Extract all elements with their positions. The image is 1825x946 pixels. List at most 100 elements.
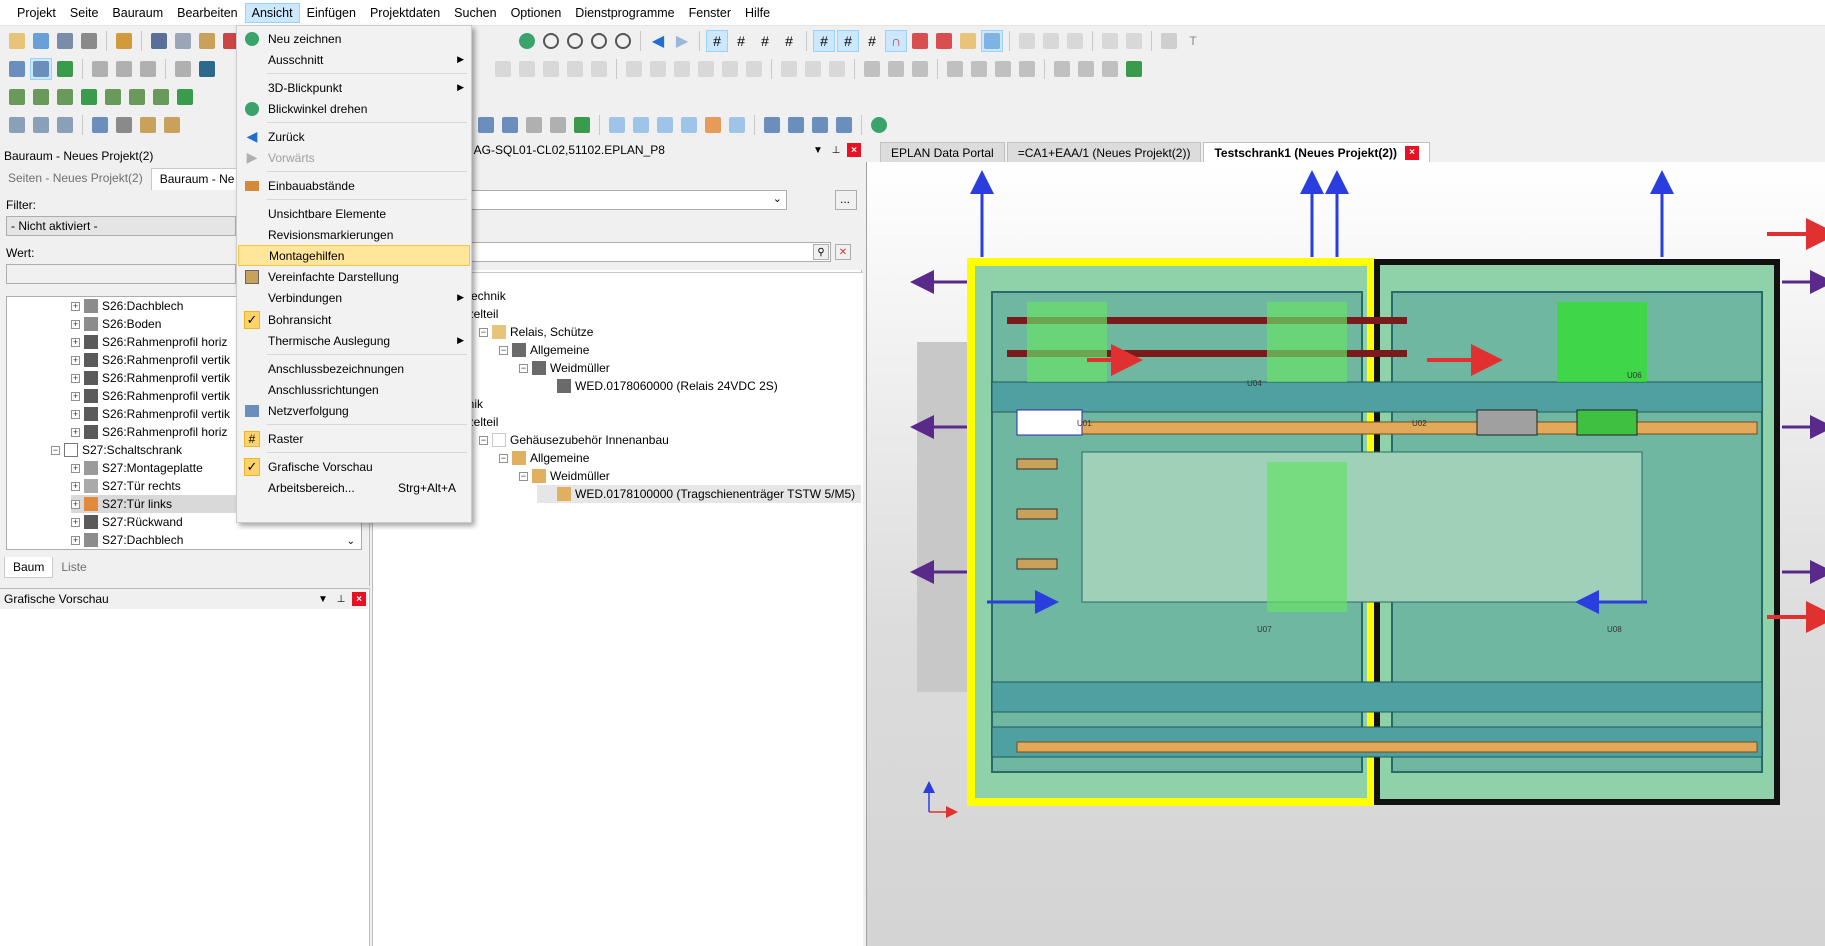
line-1-icon[interactable] <box>1016 30 1038 52</box>
table-2-icon[interactable] <box>647 58 669 80</box>
wrench-icon[interactable] <box>113 30 135 52</box>
page-icon[interactable] <box>492 58 514 80</box>
parts-tree-item[interactable]: − Allgemeine <box>499 449 589 467</box>
zoom-out-icon[interactable] <box>588 30 610 52</box>
binoculars-icon[interactable]: ⚲ <box>813 244 829 260</box>
menu-bauraum[interactable]: Bauraum <box>105 3 170 23</box>
grid-a-icon[interactable]: # <box>706 30 728 52</box>
close-icon[interactable]: × <box>352 592 366 606</box>
save-icon[interactable] <box>54 30 76 52</box>
cursor-icon[interactable] <box>1051 58 1073 80</box>
device-6-icon[interactable] <box>126 86 148 108</box>
menu-projektdaten[interactable]: Projektdaten <box>363 3 447 23</box>
zoom-all-icon[interactable] <box>612 30 634 52</box>
dimension-4-icon[interactable] <box>571 114 593 136</box>
tree-1-icon[interactable] <box>6 114 28 136</box>
new-project-icon[interactable] <box>6 30 28 52</box>
grid-c-icon[interactable]: # <box>754 30 776 52</box>
table-4-icon[interactable] <box>695 58 717 80</box>
menu-ansicht[interactable]: Ansicht <box>244 2 300 23</box>
device-1-icon[interactable] <box>6 86 28 108</box>
menu-bearbeiten[interactable]: Bearbeiten <box>170 3 244 23</box>
flag-icon[interactable] <box>196 58 218 80</box>
dimension-2-icon[interactable] <box>523 114 545 136</box>
tree-item[interactable]: + S26:Dachblech <box>71 297 183 315</box>
tab-data-portal[interactable]: EPLAN Data Portal <box>880 142 1005 162</box>
menu-item-anschlussbezeichnungen[interactable]: Anschlussbezeichnungen <box>238 358 470 379</box>
select-icon[interactable] <box>1099 30 1121 52</box>
grid-box-icon[interactable] <box>113 114 135 136</box>
parts-tree-item-selected[interactable]: WED.0178100000 (Tragschienenträger TSTW … <box>537 485 861 503</box>
label-icon[interactable] <box>957 30 979 52</box>
menu-item-bohransicht[interactable]: ✓ Bohransicht <box>238 309 470 330</box>
clip-icon[interactable] <box>778 58 800 80</box>
tree-item[interactable]: + S26:Rahmenprofil horiz <box>71 423 227 441</box>
route-5-icon[interactable] <box>475 114 497 136</box>
cube-1-icon[interactable] <box>606 114 628 136</box>
menu-item-montagehilfen[interactable]: Montagehilfen <box>238 245 470 266</box>
menu-item-neu-zeichnen[interactable]: Neu zeichnen <box>238 28 470 49</box>
snap-2-icon[interactable] <box>933 30 955 52</box>
cursor-2-icon[interactable] <box>1075 58 1097 80</box>
menu-dienstprogramme[interactable]: Dienstprogramme <box>568 3 681 23</box>
menu-item-netzverfolgung[interactable]: Netzverfolgung <box>238 400 470 421</box>
menu-item-einbauabstaende[interactable]: Einbauabstände <box>238 175 470 196</box>
line-2-icon[interactable] <box>1040 30 1062 52</box>
tree-3-icon[interactable] <box>54 114 76 136</box>
menu-hilfe[interactable]: Hilfe <box>738 3 777 23</box>
align-4-icon[interactable] <box>1016 58 1038 80</box>
device-5-icon[interactable] <box>102 86 124 108</box>
back-arrow-icon[interactable]: ◀ <box>647 30 669 52</box>
tab-baum[interactable]: Baum <box>4 557 54 578</box>
window-2-icon[interactable] <box>30 58 52 80</box>
menu-item-raster[interactable]: # Raster <box>238 428 470 449</box>
tree-item[interactable]: + S27:Rückwand <box>71 513 183 531</box>
parts-search-input[interactable] <box>457 242 831 262</box>
tab-bauraum[interactable]: Bauraum - Ne <box>150 168 244 190</box>
parts-tree-item[interactable]: − Weidmüller <box>519 467 610 485</box>
cube-2-icon[interactable] <box>630 114 652 136</box>
chevron-down-icon[interactable]: ▼ <box>811 143 825 157</box>
magnet-icon[interactable]: ∩ <box>885 30 907 52</box>
parts-tree-item[interactable]: − Relais, Schütze <box>479 323 593 341</box>
parts-tree-item[interactable]: − Allgemeine <box>499 341 589 359</box>
view-3-icon[interactable] <box>809 114 831 136</box>
tree-item[interactable]: + S27:Montageplatte <box>71 459 203 477</box>
number-2-icon[interactable] <box>113 58 135 80</box>
cube-5-icon[interactable] <box>702 114 724 136</box>
menu-item-zurueck[interactable]: ◀ Zurück <box>238 126 470 147</box>
menu-item-3d-blickpunkt[interactable]: 3D-Blickpunkt ▶ <box>238 77 470 98</box>
page-5-icon[interactable] <box>588 58 610 80</box>
menu-suchen[interactable]: Suchen <box>447 3 503 23</box>
dimension-3-icon[interactable] <box>547 114 569 136</box>
grid-off-icon[interactable]: # <box>861 30 883 52</box>
cube-6-icon[interactable] <box>726 114 748 136</box>
tree-item[interactable]: + S26:Rahmenprofil vertik <box>71 369 230 387</box>
bar-icon[interactable] <box>172 58 194 80</box>
menu-item-grafische-vorschau[interactable]: ✓ Grafische Vorschau <box>238 456 470 477</box>
view-4-icon[interactable] <box>833 114 855 136</box>
table-5-icon[interactable] <box>719 58 741 80</box>
rotate-icon[interactable] <box>868 114 890 136</box>
grid-b-icon[interactable]: # <box>730 30 752 52</box>
menu-item-verbindungen[interactable]: Verbindungen ▶ <box>238 287 470 308</box>
pin-icon[interactable]: ⊥ <box>334 592 348 606</box>
scroll-down-icon[interactable]: ⌄ <box>347 536 355 547</box>
text-icon[interactable]: T <box>1182 30 1204 52</box>
device-8-icon[interactable] <box>174 86 196 108</box>
line-3-icon[interactable] <box>1064 30 1086 52</box>
menu-item-vereinfachte-darstellung[interactable]: Vereinfachte Darstellung <box>238 266 470 287</box>
box-icon[interactable] <box>89 114 111 136</box>
parts-tree-item[interactable]: − Gehäusezubehör Innenanbau <box>479 431 669 449</box>
device-3-icon[interactable] <box>54 86 76 108</box>
cursor-3-icon[interactable] <box>1099 58 1121 80</box>
rail-icon[interactable] <box>981 30 1003 52</box>
tree-item[interactable]: + S26:Rahmenprofil vertik <box>71 351 230 369</box>
device-7-icon[interactable] <box>150 86 172 108</box>
parts-combo[interactable]: ⌄ <box>457 190 787 210</box>
cart-icon[interactable] <box>1158 30 1180 52</box>
tree-item[interactable]: + S26:Rahmenprofil vertik <box>71 387 230 405</box>
tab-seiten[interactable]: Seiten - Neues Projekt(2) <box>0 168 151 190</box>
puzzle-icon[interactable] <box>54 58 76 80</box>
view-2-icon[interactable] <box>785 114 807 136</box>
